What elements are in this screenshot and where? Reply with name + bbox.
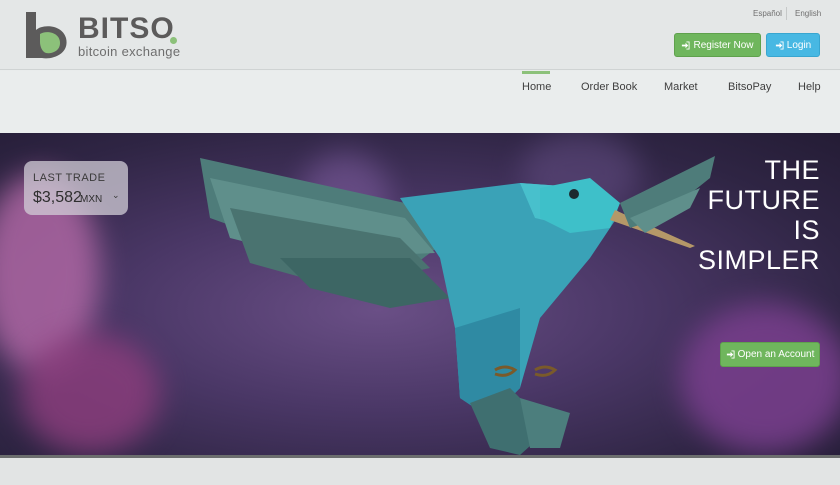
flower-left-lower — [20, 333, 160, 453]
page-footer-strip — [0, 455, 840, 485]
last-trade-value: $3,582 — [33, 189, 82, 206]
bitso-logo-mark — [26, 12, 67, 59]
nav-item-bitsopay[interactable]: BitsoPay — [728, 81, 771, 93]
nav-active-indicator — [522, 71, 550, 74]
hero-banner: LAST TRADE $3,582 MXN ⌄ THE FUTURE IS SI… — [0, 133, 840, 455]
login-label: Login — [786, 39, 812, 51]
tagline-line: IS — [793, 215, 820, 245]
register-now-button[interactable]: Register Now — [674, 33, 761, 57]
logo-subtitle: bitcoin exchange — [78, 44, 181, 59]
nav-item-order-book[interactable]: Order Book — [581, 81, 637, 93]
language-divider — [786, 7, 787, 20]
hero-tagline: THE FUTURE IS SIMPLER — [698, 155, 820, 275]
hummingbird-illustration — [200, 156, 715, 455]
nav-item-home[interactable]: Home — [522, 81, 551, 93]
nav-item-help[interactable]: Help — [798, 81, 821, 93]
register-now-label: Register Now — [693, 39, 754, 51]
sign-in-icon — [726, 350, 735, 359]
sign-in-icon — [775, 40, 784, 50]
tagline-line: SIMPLER — [697, 245, 820, 275]
tagline-line: FUTURE — [707, 185, 820, 215]
language-espanol-link[interactable]: Español — [753, 9, 782, 18]
open-account-label: Open an Account — [737, 349, 815, 360]
tagline-line: THE — [764, 155, 820, 185]
open-account-button[interactable]: Open an Account — [720, 342, 820, 367]
chevron-down-icon[interactable]: ⌄ — [112, 190, 120, 201]
last-trade-label: LAST TRADE — [33, 172, 106, 184]
last-trade-unit: MXN — [80, 194, 103, 205]
language-english-link[interactable]: English — [795, 9, 821, 18]
bitso-logo[interactable]: BITSO bitcoin exchange — [22, 10, 182, 60]
logo-dot — [170, 37, 177, 44]
sign-in-icon — [682, 40, 691, 50]
nav-item-market[interactable]: Market — [664, 81, 698, 93]
site-header: BITSO bitcoin exchange Español English R… — [0, 0, 840, 70]
main-navigation: Home Order Book Market BitsoPay Help — [0, 71, 840, 133]
last-trade-widget[interactable]: LAST TRADE $3,582 MXN ⌄ — [24, 161, 128, 215]
login-button[interactable]: Login — [766, 33, 820, 57]
logo-wordmark: BITSO — [78, 12, 175, 45]
